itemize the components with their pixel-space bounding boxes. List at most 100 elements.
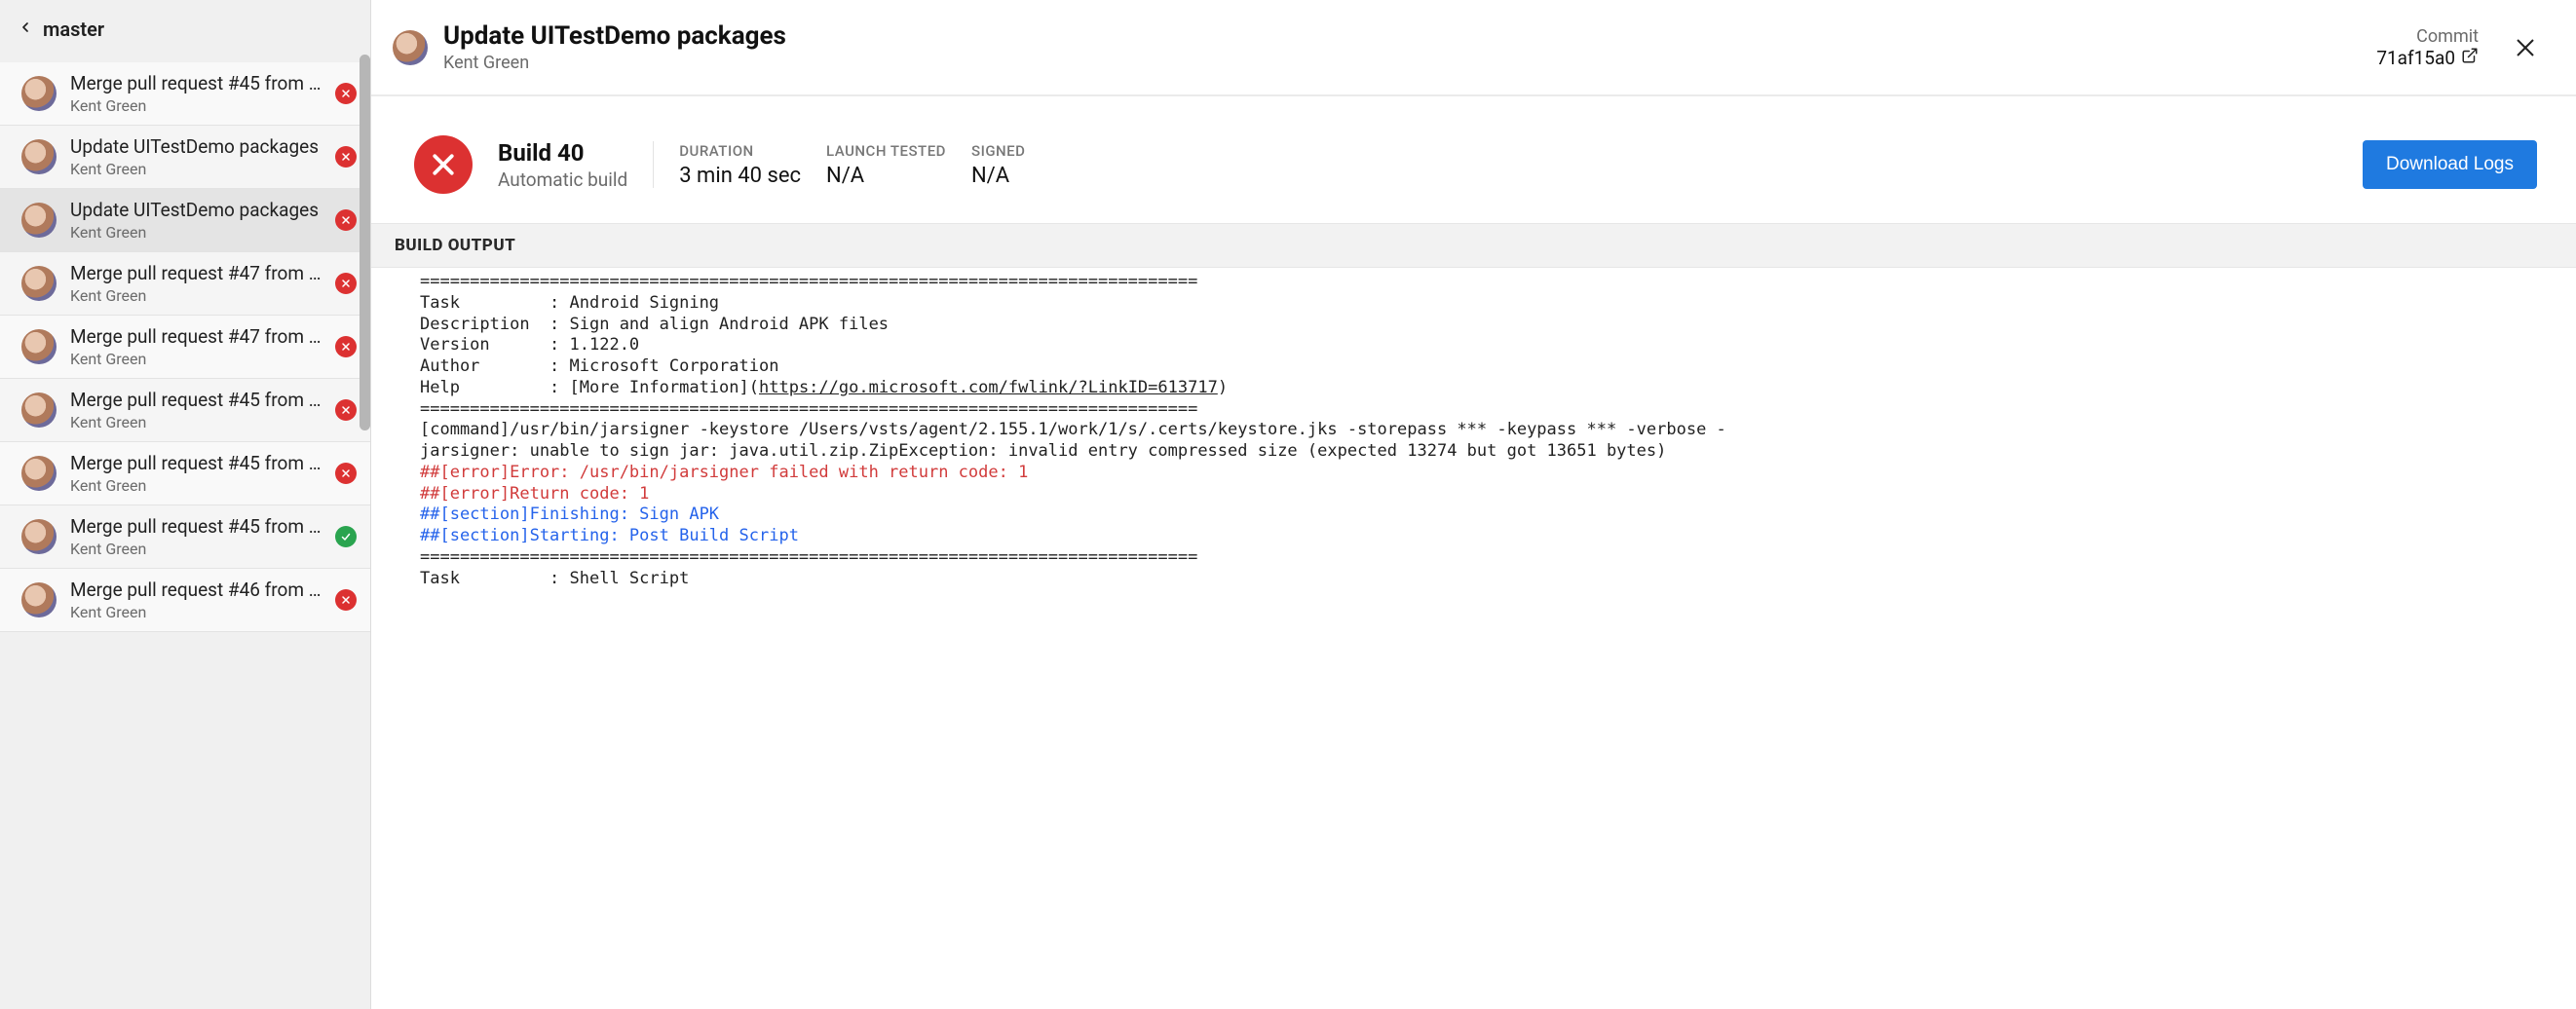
commit-title: Merge pull request #46 from Kin… [70,579,322,601]
avatar [21,456,57,491]
commit-author: Kent Green [70,476,322,495]
log-section-line: ##[section]Finishing: Sign APK [420,504,719,524]
log-line: [command]/usr/bin/jarsigner -keystore /U… [420,420,1726,439]
status-pass-icon [335,526,357,547]
commit-text: Update UITestDemo packages Kent Green [70,135,322,178]
status-fail-icon [335,146,357,168]
help-link[interactable]: https://go.microsoft.com/fwlink/?LinkID=… [759,378,1218,397]
detail-header: Update UITestDemo packages Kent Green Co… [371,0,2576,96]
commit-text: Merge pull request #45 from Kin… Kent Gre… [70,515,322,558]
log-error-line: ##[error]Return code: 1 [420,484,649,504]
build-summary: Build 40 Automatic build DURATION 3 min … [371,96,2576,223]
main-panel: Update UITestDemo packages Kent Green Co… [371,0,2576,1009]
commit-item[interactable]: Merge pull request #47 from Kin… Kent Gre… [0,252,370,316]
avatar [21,266,57,301]
commit-author: Kent Green [70,223,322,242]
separator [653,141,654,188]
commit-info: Commit 71af15a0 [2376,26,2479,69]
stat-value: N/A [971,164,1025,188]
build-status-icon [414,135,473,194]
commit-author: Kent Green [70,350,322,368]
status-fail-icon [335,336,357,357]
build-output[interactable]: ========================================… [371,268,2576,1009]
commit-text: Merge pull request #47 from Kin… Kent Gre… [70,325,322,368]
scrollbar[interactable] [360,55,370,430]
sidebar: master Merge pull request #45 from Kin… K… [0,0,371,1009]
branch-header[interactable]: master [0,0,370,62]
stat-value: 3 min 40 sec [679,164,801,188]
download-logs-button[interactable]: Download Logs [2363,140,2537,189]
commit-title: Merge pull request #45 from Kin… [70,72,322,94]
avatar [393,30,428,65]
log-line: Version : 1.122.0 [420,335,639,355]
log-section-line: ##[section]Starting: Post Build Script [420,526,799,545]
build-number: Build 40 [498,139,627,167]
status-fail-icon [335,399,357,421]
commit-label: Commit [2376,26,2479,47]
header-titles: Update UITestDemo packages Kent Green [443,21,2361,73]
log-line: jarsigner: unable to sign jar: java.util… [420,441,1666,461]
commit-title: Update UITestDemo packages [443,21,2361,51]
commit-hash-link[interactable]: 71af15a0 [2376,47,2479,69]
commit-title: Merge pull request #45 from Kin… [70,515,322,538]
commit-text: Merge pull request #45 from Kin… Kent Gre… [70,389,322,431]
log-line: ========================================… [420,399,1197,419]
log-line: Author : Microsoft Corporation [420,356,778,376]
commit-author: Kent Green [443,53,2361,73]
stat-signed: SIGNED N/A [971,142,1025,188]
commit-item[interactable]: Merge pull request #47 from Kin… Kent Gre… [0,316,370,379]
commit-text: Update UITestDemo packages Kent Green [70,199,322,242]
commit-author: Kent Green [70,413,322,431]
commit-title: Update UITestDemo packages [70,199,322,221]
status-fail-icon [335,273,357,294]
commit-title: Update UITestDemo packages [70,135,322,158]
commit-item[interactable]: Merge pull request #45 from Kin… Kent Gre… [0,62,370,126]
commit-item[interactable]: Update UITestDemo packages Kent Green [0,189,370,252]
branch-name: master [43,18,104,41]
avatar [21,329,57,364]
avatar [21,76,57,111]
commit-text: Merge pull request #47 from Kin… Kent Gre… [70,262,322,305]
log-error-line: ##[error]Error: /usr/bin/jarsigner faile… [420,463,1028,482]
log-line: Description : Sign and align Android APK… [420,315,889,334]
external-link-icon [2461,47,2479,69]
commit-hash: 71af15a0 [2376,47,2455,69]
avatar [21,519,57,554]
avatar [21,203,57,238]
stat-label: SIGNED [971,142,1025,160]
commit-author: Kent Green [70,540,322,558]
commit-author: Kent Green [70,160,322,178]
commit-title: Merge pull request #45 from Kin… [70,389,322,411]
stat-label: LAUNCH TESTED [826,142,946,160]
log-line: ========================================… [420,547,1197,567]
commit-title: Merge pull request #47 from Kin… [70,262,322,284]
stat-value: N/A [826,164,946,188]
commit-list: Merge pull request #45 from Kin… Kent Gre… [0,62,370,1009]
build-output-header: BUILD OUTPUT [371,223,2576,268]
commit-item[interactable]: Update UITestDemo packages Kent Green [0,126,370,189]
commit-author: Kent Green [70,603,322,621]
commit-item[interactable]: Merge pull request #45 from Kin… Kent Gre… [0,379,370,442]
commit-item[interactable]: Merge pull request #46 from Kin… Kent Gre… [0,569,370,632]
close-button[interactable] [2514,36,2537,59]
stat-label: DURATION [679,142,801,160]
status-fail-icon [335,589,357,611]
commit-author: Kent Green [70,96,322,115]
stat-duration: DURATION 3 min 40 sec [679,142,801,188]
chevron-left-icon [18,19,33,39]
commit-text: Merge pull request #45 from Kin…Kent Gre… [70,452,322,495]
log-line: Help : [More Information](https://go.mic… [420,378,1228,397]
commit-title: Merge pull request #47 from Kin… [70,325,322,348]
log-line: Task : Shell Script [420,569,689,588]
commit-item[interactable]: Merge pull request #45 from Kin…Kent Gre… [0,442,370,505]
avatar [21,139,57,174]
status-fail-icon [335,83,357,104]
commit-author: Kent Green [70,286,322,305]
status-fail-icon [335,209,357,231]
avatar [21,392,57,428]
log-line: Task : Android Signing [420,293,719,313]
commit-text: Merge pull request #46 from Kin… Kent Gre… [70,579,322,621]
commit-item[interactable]: Merge pull request #45 from Kin… Kent Gre… [0,505,370,569]
avatar [21,582,57,617]
commit-text: Merge pull request #45 from Kin… Kent Gre… [70,72,322,115]
